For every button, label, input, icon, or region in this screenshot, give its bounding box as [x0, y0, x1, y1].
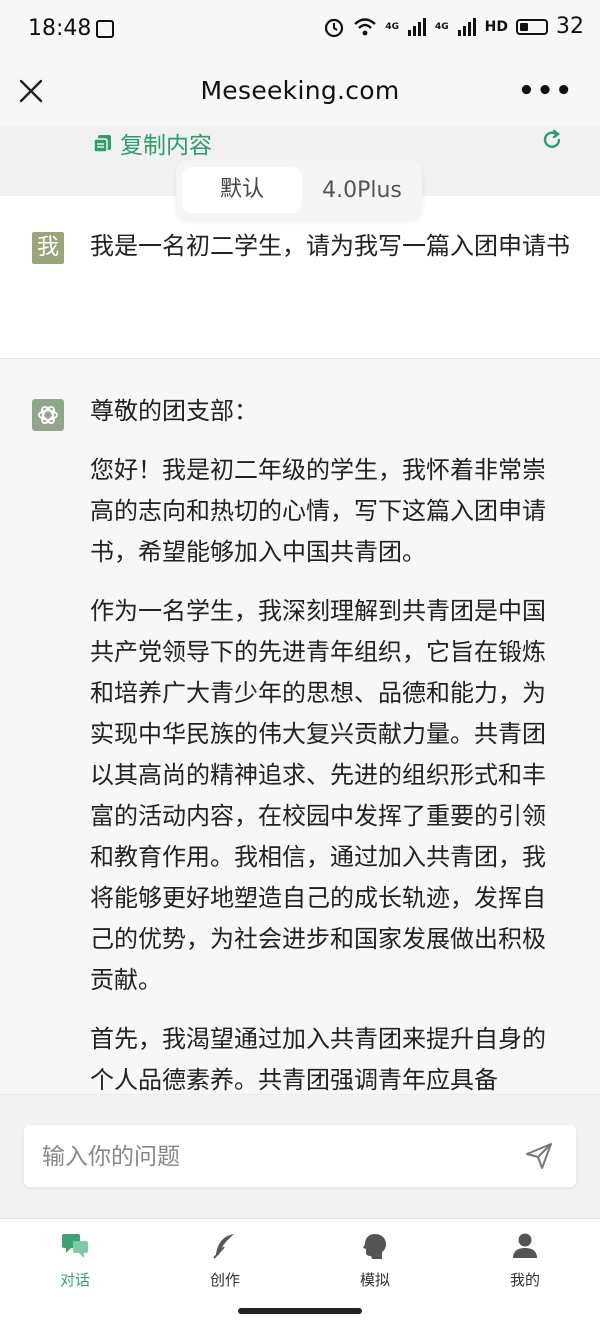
question-input-box [24, 1125, 576, 1187]
send-icon[interactable] [524, 1141, 554, 1171]
hd-label: HD [484, 18, 508, 35]
nav-bar: Meseeking.com ••• [0, 62, 600, 126]
battery-icon [516, 18, 548, 35]
assistant-avatar-icon [32, 399, 64, 431]
signal-icon-2 [457, 17, 476, 36]
signal-label-2: 4G [435, 21, 449, 32]
refresh-icon[interactable] [540, 128, 564, 152]
battery-level: 32 [556, 14, 584, 39]
user-message: 我 我是一名初二学生，请为我写一篇入团申请书 [0, 196, 600, 359]
tab-mine[interactable]: 我的 [450, 1219, 600, 1293]
assistant-paragraph: 尊敬的团支部： [90, 397, 258, 425]
tab-chat[interactable]: 对话 [0, 1219, 150, 1293]
tab-label: 模拟 [359, 1271, 390, 1289]
copy-icon [93, 135, 111, 153]
tab-simulate[interactable]: 模拟 [300, 1219, 450, 1293]
tab-create[interactable]: 创作 [150, 1219, 300, 1293]
signal-icon-1 [408, 17, 426, 36]
assistant-message: 尊敬的团支部： 您好！我是初二年级的学生，我怀着非常崇高的志向和热切的心情，写下… [0, 359, 600, 1094]
home-gesture-bar[interactable] [238, 1308, 362, 1314]
mode-option-plus[interactable]: 4.0Plus [302, 178, 422, 203]
bottom-tab-bar: 对话 创作 模拟 我的 [0, 1218, 600, 1293]
gesture-area [0, 1292, 600, 1333]
mode-option-default[interactable]: 默认 [182, 167, 302, 213]
user-avatar: 我 [32, 232, 64, 264]
chat-icon [62, 1234, 88, 1258]
user-message-text: 我是一名初二学生，请为我写一篇入团申请书 [90, 232, 570, 260]
head-icon [363, 1234, 386, 1259]
assistant-message-body: 尊敬的团支部： 您好！我是初二年级的学生，我怀着非常崇高的志向和热切的心情，写下… [90, 391, 560, 1094]
status-bar: 18:48 4G 4G HD 32 [0, 0, 600, 62]
tab-label: 创作 [209, 1271, 240, 1289]
signal-label-1: 4G [385, 21, 399, 32]
assistant-paragraph: 您好！我是初二年级的学生，我怀着非常崇高的志向和热切的心情，写下这篇入团申请书，… [90, 456, 546, 566]
tab-label: 我的 [509, 1271, 540, 1289]
status-time: 18:48 [28, 16, 92, 41]
copy-content-button[interactable]: 复制内容 [92, 126, 212, 160]
wifi-icon [354, 17, 377, 35]
tab-label: 对话 [59, 1271, 90, 1289]
person-icon [513, 1233, 537, 1258]
assistant-paragraph: 作为一名学生，我深刻理解到共青团是中国共产党领导下的先进青年组织，它旨在锻炼和培… [90, 597, 546, 994]
feather-icon [213, 1234, 234, 1259]
notification-icon [96, 20, 114, 38]
alarm-icon [325, 18, 344, 37]
more-menu-icon[interactable]: ••• [518, 76, 574, 106]
copy-content-label: 复制内容 [120, 133, 212, 159]
status-icons: 4G 4G HD 32 [323, 14, 584, 39]
mode-toggle: 默认 4.0Plus [176, 160, 422, 220]
input-area [0, 1094, 600, 1219]
question-input[interactable] [40, 1139, 504, 1175]
assistant-paragraph: 首先，我渴望通过加入共青团来提升自身的个人品德素养。共青团强调青年应具备 [90, 1025, 546, 1094]
page-title: Meseeking.com [200, 76, 400, 105]
